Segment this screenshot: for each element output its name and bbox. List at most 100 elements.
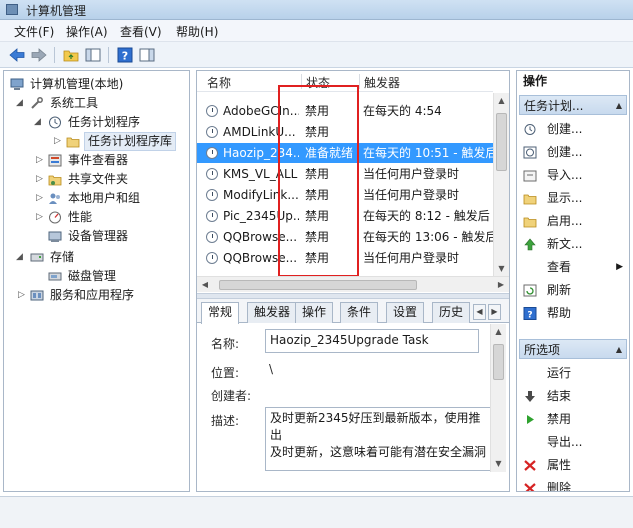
expanded-arrow-icon[interactable]: ◢ xyxy=(34,113,41,132)
action-help[interactable]: ? 帮助 xyxy=(519,302,627,325)
task-name-field[interactable]: Haozip_2345Upgrade Task xyxy=(265,329,479,353)
collapsed-arrow-icon[interactable]: ▷ xyxy=(36,151,43,170)
clock-icon xyxy=(206,147,218,159)
scroll-thumb[interactable] xyxy=(496,113,507,171)
title-bar: 计算机管理 xyxy=(0,0,633,20)
actions-title: 操作 xyxy=(517,71,629,91)
action-pane-icon[interactable] xyxy=(138,46,156,64)
tab-triggers[interactable]: 触发器 xyxy=(247,302,298,323)
toolbar-separator xyxy=(108,47,109,63)
tab-scroll-right-icon[interactable]: ▶ xyxy=(488,304,501,320)
delete-x-icon xyxy=(524,460,536,471)
scroll-thumb[interactable] xyxy=(219,280,417,290)
column-trigger[interactable]: 触发器 xyxy=(364,74,400,91)
actions-section-task-scheduler[interactable]: 任务计划... ▲ xyxy=(519,95,627,115)
collapsed-arrow-icon[interactable]: ▷ xyxy=(18,286,25,305)
scroll-down-arrow-icon[interactable]: ▼ xyxy=(494,261,509,277)
svg-text:?: ? xyxy=(122,50,128,63)
actions-section-selected-item[interactable]: 所选项 ▲ xyxy=(519,339,627,359)
tab-scroll-left-icon[interactable]: ◀ xyxy=(473,304,486,320)
folder-up-icon[interactable] xyxy=(62,46,80,64)
menu-action[interactable]: 操作(A) xyxy=(66,23,108,40)
action-properties[interactable]: 属性 xyxy=(519,454,627,477)
help-icon[interactable]: ? xyxy=(116,46,134,64)
action-disable[interactable]: 禁用 xyxy=(519,408,627,431)
menu-file[interactable]: 文件(F) xyxy=(14,23,54,40)
collapse-arrow-icon[interactable]: ▲ xyxy=(616,340,622,360)
tools-icon xyxy=(31,97,43,109)
action-enable-history[interactable]: 启用... xyxy=(519,210,627,233)
action-display-running-tasks[interactable]: 显示... xyxy=(519,187,627,210)
svg-text:?: ? xyxy=(527,311,532,321)
scroll-right-arrow-icon[interactable]: ▶ xyxy=(493,277,509,292)
column-separator[interactable] xyxy=(359,74,360,89)
up-arrow-icon xyxy=(524,238,536,251)
folder-icon xyxy=(523,194,537,205)
action-create-task[interactable]: 创建... xyxy=(519,141,627,164)
show-hide-tree-icon[interactable] xyxy=(84,46,102,64)
scroll-up-arrow-icon[interactable]: ▲ xyxy=(491,324,506,340)
clock-icon xyxy=(206,210,218,222)
tab-general[interactable]: 常规 xyxy=(201,302,240,324)
tab-history[interactable]: 历史 xyxy=(432,302,471,323)
clock-icon xyxy=(49,116,61,129)
clock-icon xyxy=(206,252,218,264)
device-manager-icon xyxy=(48,231,62,242)
location-value: \ xyxy=(269,362,274,376)
menu-view[interactable]: 查看(V) xyxy=(120,23,162,40)
location-label: 位置: xyxy=(211,366,240,380)
down-arrow-icon xyxy=(525,391,535,402)
services-icon xyxy=(30,290,44,301)
toolbar: ? xyxy=(0,42,633,68)
scroll-up-arrow-icon[interactable]: ▲ xyxy=(494,93,509,109)
action-import-task[interactable]: 导入... xyxy=(519,164,627,187)
status-column-highlight xyxy=(278,85,359,277)
back-arrow-icon[interactable] xyxy=(8,46,26,64)
expanded-arrow-icon[interactable]: ◢ xyxy=(16,94,23,113)
column-name[interactable]: 名称 xyxy=(207,74,231,91)
tab-actions[interactable]: 操作 xyxy=(295,302,334,323)
clock-icon xyxy=(206,168,218,180)
author-label: 创建者: xyxy=(211,389,252,403)
menu-help[interactable]: 帮助(H) xyxy=(176,23,218,40)
import-icon xyxy=(523,170,537,182)
detail-vertical-scrollbar[interactable]: ▲ ▼ xyxy=(490,324,506,472)
tab-settings[interactable]: 设置 xyxy=(386,302,425,323)
clock-icon xyxy=(206,231,218,243)
scroll-left-arrow-icon[interactable]: ◀ xyxy=(197,277,213,292)
computer-management-icon xyxy=(10,78,24,90)
action-export[interactable]: 导出... xyxy=(519,431,627,454)
action-refresh[interactable]: 刷新 xyxy=(519,279,627,302)
play-icon xyxy=(527,415,534,424)
collapse-arrow-icon[interactable]: ▲ xyxy=(616,96,622,116)
action-delete[interactable]: 删除 xyxy=(519,477,627,491)
performance-icon xyxy=(49,211,61,224)
collapsed-arrow-icon[interactable]: ▷ xyxy=(36,170,43,189)
clock-icon xyxy=(206,189,218,201)
collapsed-arrow-icon[interactable]: ▷ xyxy=(36,189,43,208)
expanded-arrow-icon[interactable]: ◢ xyxy=(16,248,23,267)
refresh-icon xyxy=(523,284,537,297)
folder-icon xyxy=(66,137,80,148)
task-list-horizontal-scrollbar[interactable]: ◀ ▶ xyxy=(197,276,509,292)
scroll-thumb[interactable] xyxy=(493,344,504,380)
description-field[interactable]: 及时更新2345好压到最新版本，使用推出 及时更新，这意味着可能有潜在安全漏洞 xyxy=(265,407,491,471)
collapsed-arrow-icon[interactable]: ▷ xyxy=(54,132,61,151)
action-run[interactable]: 运行 xyxy=(519,362,627,385)
navigation-tree: 计算机管理(本地) ◢ 系统工具 ◢ 任务计划程序 ▷ 任务计划程序库 ▷ 事件… xyxy=(3,70,190,492)
task-list-vertical-scrollbar[interactable]: ▲ ▼ xyxy=(493,93,509,277)
action-end[interactable]: 结束 xyxy=(519,385,627,408)
window-title: 计算机管理 xyxy=(26,4,87,18)
action-create-basic-task[interactable]: 创建... xyxy=(519,118,627,141)
scroll-down-arrow-icon[interactable]: ▼ xyxy=(491,456,506,472)
detail-tabs: 常规 触发器 操作 条件 设置 历史 ◀ ▶ xyxy=(197,299,509,324)
toolbar-separator xyxy=(54,47,55,63)
submenu-arrow-icon: ▶ xyxy=(616,262,623,272)
folder-icon xyxy=(523,217,537,228)
tab-conditions[interactable]: 条件 xyxy=(340,302,379,323)
collapsed-arrow-icon[interactable]: ▷ xyxy=(36,208,43,227)
action-new-folder[interactable]: 新文... xyxy=(519,233,627,256)
forward-arrow-icon[interactable] xyxy=(30,46,48,64)
action-view[interactable]: 查看 ▶ xyxy=(519,256,627,279)
delete-x-icon xyxy=(524,483,536,491)
